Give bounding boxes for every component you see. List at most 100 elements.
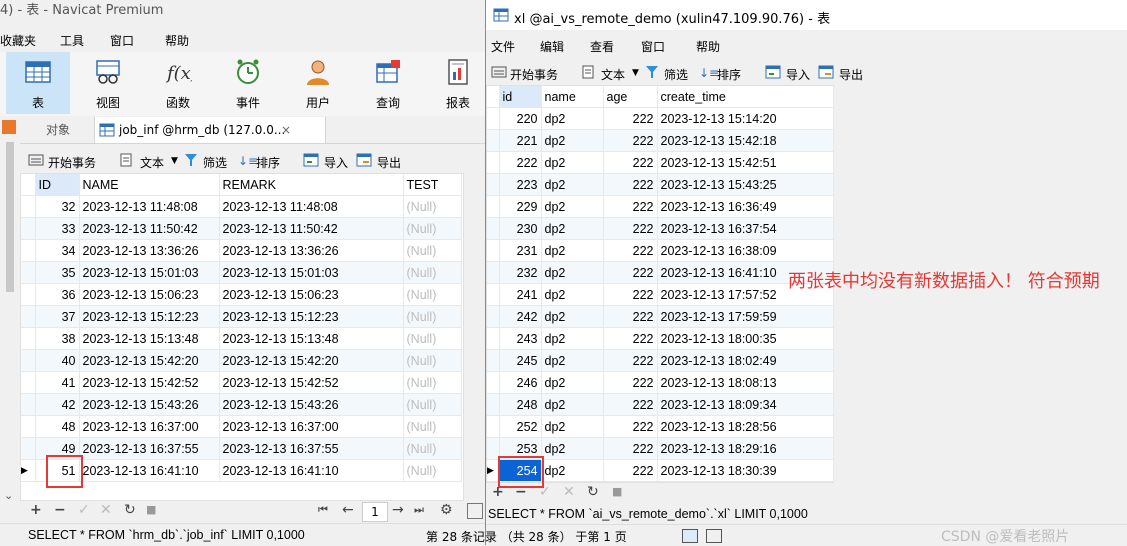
pane-toggle-icon[interactable]	[2, 120, 16, 134]
row-indicator[interactable]	[21, 283, 36, 306]
filter-button[interactable]: 筛选	[664, 66, 688, 83]
table-cell[interactable]: (Null)	[403, 459, 462, 482]
table-cell[interactable]: 2023-12-13 15:43:26	[219, 393, 404, 416]
ribbon-function-button[interactable]: f(x) 函数	[146, 52, 210, 114]
table-row[interactable]: 33 2023-12-13 11:50:42 2023-12-13 11:50:42…	[21, 217, 462, 240]
column-header-name[interactable]: NAME	[79, 174, 220, 196]
table-cell[interactable]: 36	[35, 283, 80, 306]
table-cell[interactable]: dp2	[541, 239, 604, 262]
table-cell[interactable]: 2023-12-13 16:36:49	[657, 195, 834, 218]
add-record-button[interactable]: +	[492, 484, 504, 500]
table-cell[interactable]: 222	[603, 173, 658, 196]
table-cell[interactable]: 2023-12-13 15:43:26	[79, 393, 220, 416]
table-row[interactable]: 230 dp2 222 2023-12-13 16:37:54	[487, 217, 834, 240]
next-page-icon[interactable]: →	[392, 502, 404, 518]
table-cell[interactable]: 2023-12-13 18:02:49	[657, 349, 834, 372]
table-cell[interactable]: (Null)	[403, 239, 462, 262]
page-number-input[interactable]: 1	[362, 502, 388, 522]
table-cell[interactable]: 2023-12-13 15:43:25	[657, 173, 834, 196]
table-cell[interactable]: (Null)	[403, 305, 462, 328]
table-cell[interactable]: 2023-12-13 11:48:08	[79, 195, 220, 218]
table-cell[interactable]: (Null)	[403, 371, 462, 394]
table-cell[interactable]: dp2	[541, 437, 604, 460]
row-indicator[interactable]	[21, 239, 36, 262]
table-row[interactable]: 246 dp2 222 2023-12-13 18:08:13	[487, 371, 834, 394]
table-row[interactable]: 35 2023-12-13 15:01:03 2023-12-13 15:01:03…	[21, 261, 462, 284]
table-cell[interactable]: 2023-12-13 15:13:48	[79, 327, 220, 350]
table-cell[interactable]: 2023-12-13 16:38:09	[657, 239, 834, 262]
row-indicator[interactable]	[487, 239, 500, 262]
ribbon-report-button[interactable]: 报表	[426, 52, 490, 114]
table-cell[interactable]: (Null)	[403, 195, 462, 218]
row-indicator[interactable]	[487, 195, 500, 218]
row-indicator[interactable]	[487, 415, 500, 438]
grid-view-icon[interactable]	[467, 503, 483, 519]
table-cell[interactable]: 232	[499, 261, 542, 284]
table-cell[interactable]: 2023-12-13 15:12:23	[79, 305, 220, 328]
table-cell[interactable]: 246	[499, 371, 542, 394]
menu-view[interactable]: 查看	[590, 38, 614, 55]
pane-scroll-down-icon[interactable]: ⌄	[4, 489, 13, 502]
table-cell[interactable]: 40	[35, 349, 80, 372]
begin-transaction-button[interactable]: 开始事务	[48, 154, 96, 171]
row-indicator[interactable]	[21, 393, 36, 416]
table-cell[interactable]: 222	[499, 151, 542, 174]
table-cell[interactable]: dp2	[541, 393, 604, 416]
row-indicator[interactable]	[487, 173, 500, 196]
row-indicator[interactable]	[21, 371, 36, 394]
table-row[interactable]: 222 dp2 222 2023-12-13 15:42:51	[487, 151, 834, 174]
table-row[interactable]: 223 dp2 222 2023-12-13 15:43:25	[487, 173, 834, 196]
table-cell[interactable]: (Null)	[403, 261, 462, 284]
table-cell[interactable]: 220	[499, 107, 542, 130]
table-cell[interactable]: (Null)	[403, 393, 462, 416]
begin-transaction-button[interactable]: 开始事务	[510, 66, 558, 83]
table-cell[interactable]: 222	[603, 349, 658, 372]
table-cell[interactable]: 34	[35, 239, 80, 262]
refresh-icon[interactable]: ↻	[587, 484, 599, 500]
table-cell[interactable]: 229	[499, 195, 542, 218]
table-cell[interactable]: 222	[603, 283, 658, 306]
table-row[interactable]: 231 dp2 222 2023-12-13 16:38:09	[487, 239, 834, 262]
text-dropdown-icon[interactable]: ▼	[632, 68, 639, 78]
table-cell[interactable]: (Null)	[403, 349, 462, 372]
table-row[interactable]: 41 2023-12-13 15:42:52 2023-12-13 15:42:52…	[21, 371, 462, 394]
add-record-button[interactable]: +	[30, 502, 42, 518]
table-cell[interactable]: 2023-12-13 18:00:35	[657, 327, 834, 350]
table-cell[interactable]: 2023-12-13 16:37:00	[79, 415, 220, 438]
row-indicator[interactable]: ▶	[21, 459, 36, 482]
table-row[interactable]: 49 2023-12-13 16:37:55 2023-12-13 16:37:55…	[21, 437, 462, 460]
table-cell[interactable]: 38	[35, 327, 80, 350]
table-cell[interactable]: 2023-12-13 16:37:54	[657, 217, 834, 240]
table-row[interactable]: 34 2023-12-13 13:36:26 2023-12-13 13:36:26…	[21, 239, 462, 262]
delete-record-button[interactable]: −	[515, 484, 527, 500]
row-indicator[interactable]	[487, 217, 500, 240]
table-row[interactable]: 232 dp2 222 2023-12-13 16:41:10	[487, 261, 834, 284]
table-cell[interactable]: 222	[603, 261, 658, 284]
table-cell[interactable]: 2023-12-13 18:28:56	[657, 415, 834, 438]
table-cell[interactable]: 2023-12-13 15:13:48	[219, 327, 404, 350]
table-cell[interactable]: dp2	[541, 261, 604, 284]
row-indicator[interactable]	[487, 393, 500, 416]
table-cell[interactable]: 2023-12-13 15:12:23	[219, 305, 404, 328]
row-indicator[interactable]	[21, 217, 36, 240]
table-cell[interactable]: dp2	[541, 415, 604, 438]
apply-changes-button[interactable]: ✓	[539, 484, 551, 500]
table-row[interactable]: 242 dp2 222 2023-12-13 17:59:59	[487, 305, 834, 328]
table-cell[interactable]: 2023-12-13 13:36:26	[79, 239, 220, 262]
table-row[interactable]: 241 dp2 222 2023-12-13 17:57:52	[487, 283, 834, 306]
table-cell[interactable]: 222	[603, 107, 658, 130]
table-row[interactable]: 220 dp2 222 2023-12-13 15:14:20	[487, 107, 834, 130]
table-row[interactable]: 245 dp2 222 2023-12-13 18:02:49	[487, 349, 834, 372]
import-button[interactable]: 导入	[324, 154, 348, 171]
last-page-icon[interactable]: ⏭	[414, 503, 424, 517]
table-cell[interactable]: (Null)	[403, 415, 462, 438]
table-cell[interactable]: 230	[499, 217, 542, 240]
tab-objects[interactable]: 对象	[46, 117, 70, 143]
table-cell[interactable]: 41	[35, 371, 80, 394]
column-header-name[interactable]: name	[541, 86, 604, 108]
table-cell[interactable]: dp2	[541, 173, 604, 196]
table-cell[interactable]: 2023-12-13 16:41:10	[79, 459, 220, 482]
table-cell[interactable]: 2023-12-13 18:09:34	[657, 393, 834, 416]
table-cell[interactable]: dp2	[541, 459, 604, 482]
table-cell[interactable]: 2023-12-13 11:50:42	[79, 217, 220, 240]
